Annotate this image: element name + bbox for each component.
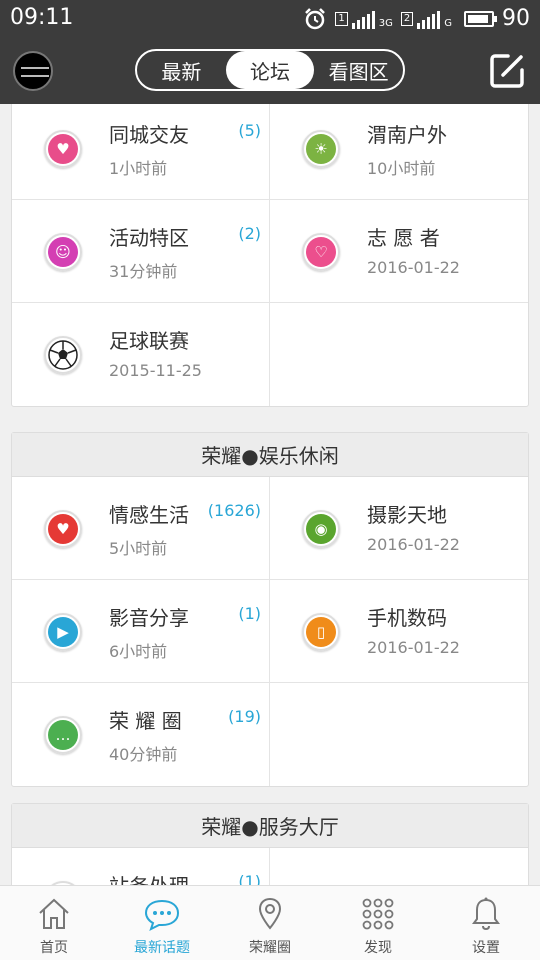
avatar[interactable] [13,51,53,91]
empty-cell [270,303,528,406]
forum-time: 31分钟前 [109,262,178,281]
nav-discover[interactable]: 发现 [324,886,432,960]
forum-item-5[interactable]: 足球联赛 2015-11-25 [12,303,270,406]
status-icons: 1 3G 2 G 90 [303,6,530,31]
friends-icon: ♥ [48,134,78,164]
love-icon: ♥ [48,514,78,544]
battery-level: 90 [502,6,530,31]
tab-latest[interactable]: 最新 [137,51,226,89]
soccer-icon [48,340,78,370]
forum-time: 1小时前 [109,159,168,178]
forum-name: 影音分享 [109,606,189,630]
camera-icon: ◉ [306,514,336,544]
forum-count: (19) [228,707,261,726]
forum-name: 活动特区 [109,226,189,250]
forum-item-2[interactable]: ☀ 渭南户外 10小时前 [270,104,528,200]
nav-settings[interactable]: 设置 [432,886,540,960]
forum-name: 同城交友 [109,123,189,147]
section-title: 荣耀●服务大厅 [12,804,528,848]
forum-item-4[interactable]: ♡ 志 愿 者 2016-01-22 [270,200,528,303]
forum-name: 荣 耀 圈 [109,709,182,733]
outdoor-icon: ☀ [306,134,336,164]
forum-time: 10小时前 [367,159,436,178]
forum-time: 40分钟前 [109,745,178,764]
segment-tabs: 最新 论坛 看图区 [135,49,405,91]
forum-item-11[interactable]: ✎ 站务处理 (1) [12,848,270,885]
forum-count: (2) [238,224,261,243]
battery-icon [464,10,497,27]
forum-name: 志 愿 者 [367,226,440,250]
forum-name: 足球联赛 [109,329,189,353]
tab-gallery[interactable]: 看图区 [314,51,403,89]
discover-icon [362,898,394,930]
chat-icon: … [48,720,78,750]
forum-time: 2016-01-22 [367,258,460,277]
alarm-icon [305,7,326,29]
top-header: 最新 论坛 看图区 [0,38,540,104]
forum-time: 5小时前 [109,539,168,558]
forum-name: 情感生活 [109,503,189,527]
forum-count: (1) [238,872,261,885]
heart-icon: ♡ [306,237,336,267]
forum-time: 6小时前 [109,642,168,661]
forum-item-8[interactable]: ▶ 影音分享 6小时前 (1) [12,580,270,683]
forum-count: (1626) [207,501,261,520]
forum-time: 2016-01-22 [367,638,460,657]
forum-count: (5) [238,121,261,140]
home-icon [39,898,69,929]
forum-time: 2016-01-22 [367,535,460,554]
forum-name: 摄影天地 [367,503,447,527]
section-card-3: 荣耀●服务大厅 ✎ 站务处理 (1) [11,803,529,885]
forum-name: 站务处理 [109,870,189,885]
section-card-1: ♥ 同城交友 1小时前 (5) ☀ 渭南户外 10小时前 ☺ 活动特区 31分钟… [11,104,529,407]
nav-honor-circle[interactable]: 荣耀圈 [216,886,324,960]
nav-home[interactable]: 首页 [0,886,108,960]
phone-icon: ▯ [306,617,336,647]
bottom-nav: 首页 最新话题 荣耀圈 发现 设置 [0,885,540,960]
section-card-2: 荣耀●娱乐休闲 ♥ 情感生活 5小时前 (1626) ◉ 摄影天地 2016-0… [11,432,529,787]
forum-name: 手机数码 [367,606,447,630]
tab-forum[interactable]: 论坛 [225,51,315,89]
signal-sim2-icon: 2 G [400,9,452,29]
forum-item-1[interactable]: ♥ 同城交友 1小时前 (5) [12,104,270,200]
forum-name: 渭南户外 [367,123,447,147]
signal-sim1-icon: 1 3G [335,9,393,29]
forum-list[interactable]: ♥ 同城交友 1小时前 (5) ☀ 渭南户外 10小时前 ☺ 活动特区 31分钟… [0,104,540,885]
forum-item-7[interactable]: ◉ 摄影天地 2016-01-22 [270,477,528,580]
people-icon: ☺ [48,237,78,267]
topics-icon [144,899,180,931]
empty-cell [270,683,528,786]
nav-latest-topics[interactable]: 最新话题 [108,886,216,960]
location-icon [258,897,282,930]
film-icon: ▶ [48,617,78,647]
forum-item-3[interactable]: ☺ 活动特区 31分钟前 (2) [12,200,270,303]
compose-icon[interactable] [488,52,526,90]
forum-count: (1) [238,604,261,623]
forum-time: 2015-11-25 [109,361,202,380]
forum-item-10[interactable]: … 荣 耀 圈 40分钟前 (19) [12,683,270,786]
status-bar: 09:11 1 3G 2 G 90 [0,0,540,38]
section-title: 荣耀●娱乐休闲 [12,433,528,477]
status-time: 09:11 [10,5,74,30]
forum-item-6[interactable]: ♥ 情感生活 5小时前 (1626) [12,477,270,580]
bell-icon [472,897,500,931]
empty-cell [270,848,528,885]
forum-item-9[interactable]: ▯ 手机数码 2016-01-22 [270,580,528,683]
